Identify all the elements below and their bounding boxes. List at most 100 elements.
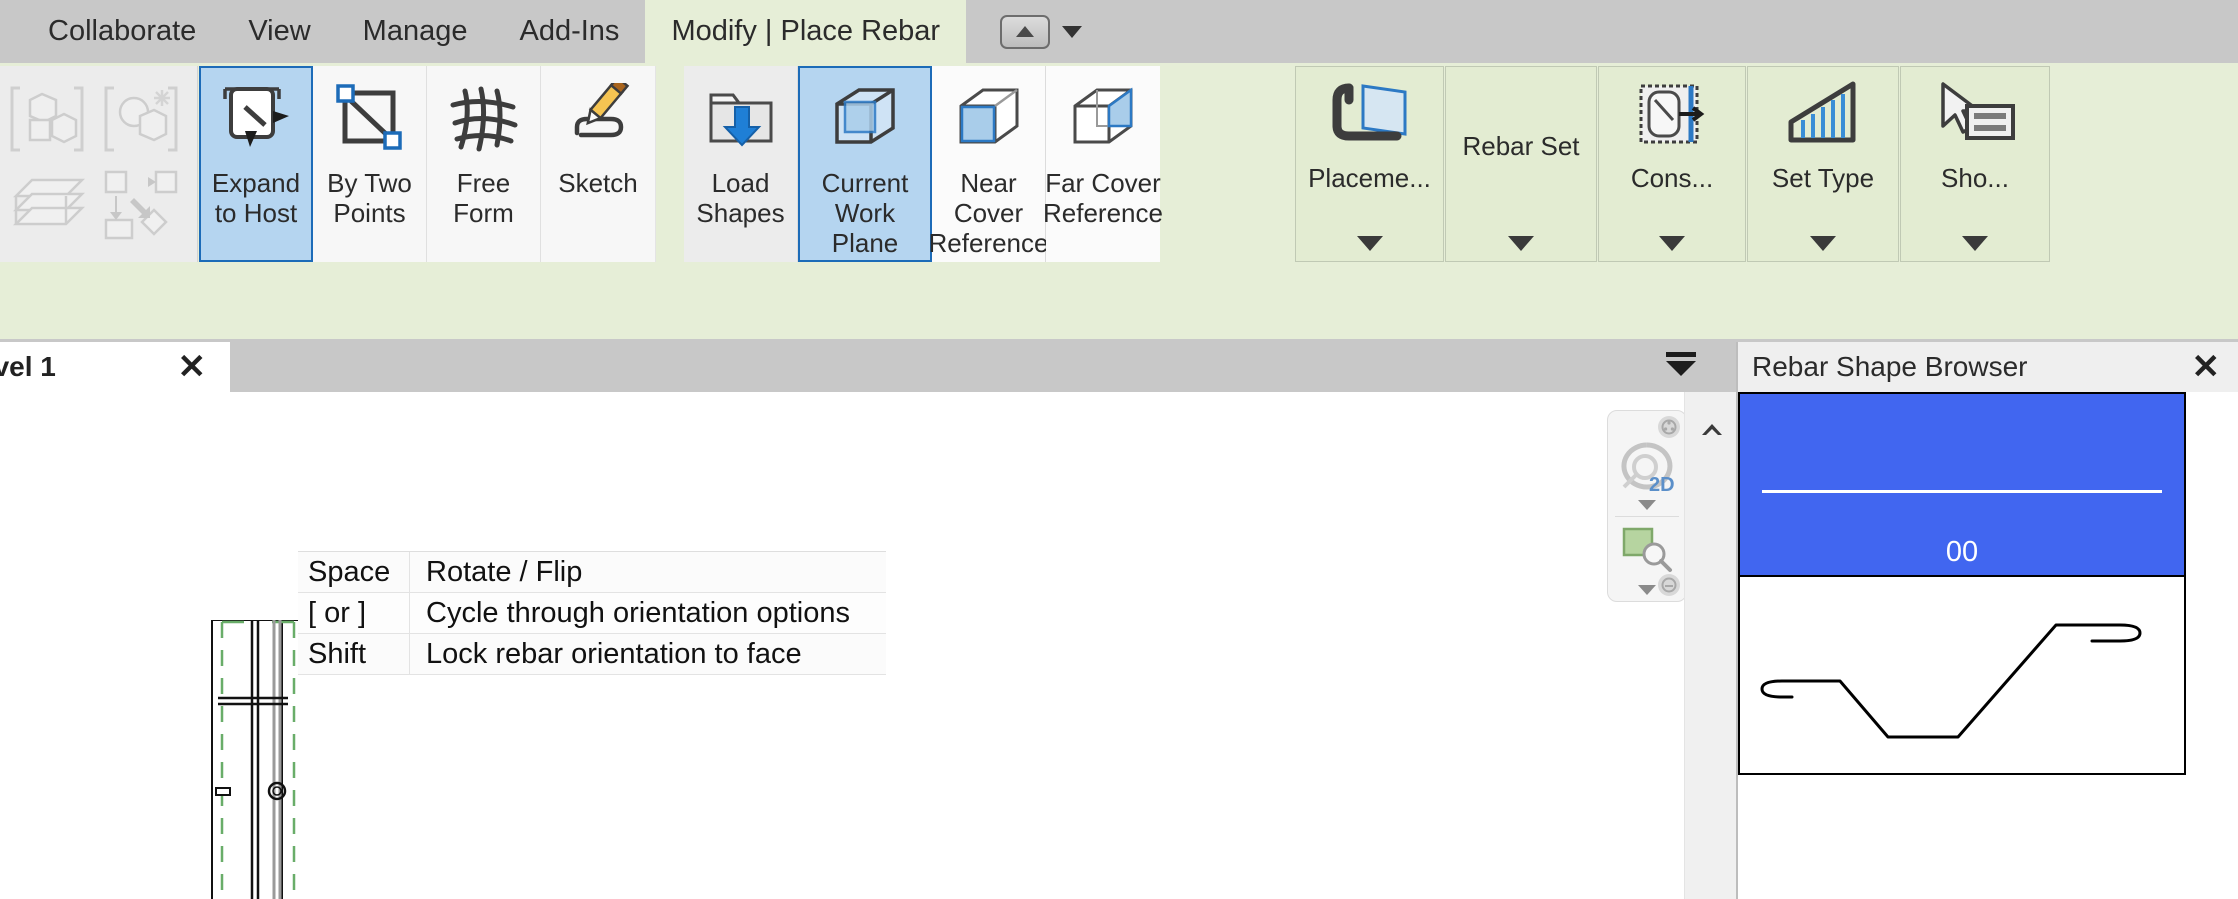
tab-label: Manage bbox=[362, 15, 468, 47]
tab-label: Add-Ins bbox=[519, 15, 620, 47]
view-tab-level-1[interactable]: evel 1 ✕ bbox=[0, 342, 230, 392]
placement-plane-icon bbox=[1323, 75, 1415, 159]
navbar-zoom-dropdown-icon[interactable] bbox=[1638, 585, 1656, 595]
hint-key: Shift bbox=[298, 634, 410, 674]
panel-constraints[interactable]: Cons... bbox=[1598, 66, 1746, 262]
button-free-form[interactable]: Free Form bbox=[427, 66, 541, 262]
collapse-ribbon-icon[interactable] bbox=[1000, 14, 1051, 49]
cranked-rebar-glyph bbox=[1760, 623, 2142, 739]
panel-label: Placeme... bbox=[1308, 163, 1431, 193]
free-form-mesh-icon bbox=[441, 76, 527, 162]
button-expand-to-host[interactable]: Expand to Host bbox=[199, 66, 313, 262]
shape-label: 00 bbox=[1945, 536, 1979, 568]
chevron-down-icon bbox=[1659, 235, 1685, 251]
drawing-canvas[interactable]: Space Rotate / Flip [ or ] Cycle through… bbox=[0, 392, 1698, 899]
zoom-region-icon[interactable] bbox=[1618, 525, 1676, 575]
button-by-two-points[interactable]: By Two Points bbox=[313, 66, 427, 262]
placement-plane-dropdown[interactable] bbox=[1296, 225, 1443, 261]
panel-rebar-set[interactable]: Rebar Set bbox=[1445, 66, 1597, 262]
hint-action: Rotate / Flip bbox=[426, 555, 583, 588]
hint-key: Space bbox=[298, 552, 410, 592]
constraints-icon bbox=[1626, 75, 1718, 159]
by-two-points-icon bbox=[327, 76, 413, 162]
bracket-shapes-sparkle-icon[interactable] bbox=[102, 80, 180, 158]
straight-rebar-glyph bbox=[1762, 490, 2162, 493]
sketch-pencil-icon bbox=[555, 76, 641, 162]
button-load-shapes[interactable]: Load Shapes bbox=[684, 66, 798, 262]
ribbon-group-geometry bbox=[0, 66, 198, 262]
bracket-boxes-icon[interactable] bbox=[8, 80, 86, 158]
button-label: Expand to Host bbox=[211, 168, 301, 228]
constraints-dropdown[interactable] bbox=[1599, 225, 1745, 261]
set-type-dropdown[interactable] bbox=[1748, 225, 1898, 261]
panel-placement-plane[interactable]: Placeme... bbox=[1295, 66, 1444, 262]
tab-modify-place-rebar[interactable]: Modify | Place Rebar bbox=[645, 0, 967, 63]
load-shapes-icon bbox=[698, 76, 784, 162]
near-cover-cube-icon bbox=[946, 76, 1032, 162]
hint-key: [ or ] bbox=[298, 593, 410, 633]
expand-to-host-icon bbox=[213, 76, 299, 162]
stacked-panels-icon[interactable] bbox=[8, 166, 92, 246]
canvas-vertical-scrollbar[interactable] bbox=[1684, 392, 1737, 899]
far-cover-cube-icon bbox=[1060, 76, 1146, 162]
ribbon-collapse-control[interactable] bbox=[1000, 0, 1083, 63]
button-sketch[interactable]: Sketch bbox=[541, 66, 655, 262]
hint-row: Shift Lock rebar orientation to face bbox=[298, 634, 886, 675]
close-icon[interactable]: ✕ bbox=[2192, 350, 2221, 384]
rebar-set-dropdown[interactable] bbox=[1446, 225, 1596, 261]
shape-item-selected[interactable]: 00 bbox=[1738, 392, 2186, 577]
rebar-shape-browser-body: 00 bbox=[1738, 392, 2238, 775]
button-label: Current Work Plane bbox=[821, 168, 909, 258]
navbar-close-icon[interactable] bbox=[1658, 416, 1680, 438]
show-cursor-tag-icon bbox=[1929, 75, 2021, 159]
tab-label: Modify | Place Rebar bbox=[671, 15, 941, 47]
chevron-down-icon bbox=[1810, 235, 1836, 251]
steering-wheel-2d-icon[interactable]: 2D bbox=[1616, 441, 1678, 497]
ribbon-tab-strip: Collaborate View Manage Add-Ins Modify |… bbox=[0, 0, 2238, 63]
tab-manage[interactable]: Manage bbox=[337, 0, 494, 63]
button-label: Near Cover Reference bbox=[928, 168, 1049, 258]
navbar-minimize-icon[interactable] bbox=[1658, 574, 1680, 596]
keyboard-shortcut-hints: Space Rotate / Flip [ or ] Cycle through… bbox=[298, 551, 886, 675]
view-tab-overflow-icon[interactable] bbox=[1664, 352, 1698, 382]
scroll-up-button[interactable] bbox=[1692, 410, 1732, 450]
navigation-bar-widget[interactable]: 2D bbox=[1607, 410, 1687, 602]
svg-text:2D: 2D bbox=[1649, 474, 1675, 496]
panel-label: Sho... bbox=[1941, 163, 2009, 193]
close-icon[interactable]: ✕ bbox=[178, 350, 207, 384]
tab-collaborate[interactable]: Collaborate bbox=[22, 0, 222, 63]
button-label: By Two Points bbox=[327, 168, 412, 228]
tab-label: View bbox=[248, 15, 311, 47]
hint-row: [ or ] Cycle through orientation options bbox=[298, 593, 886, 634]
panel-title: Rebar Shape Browser bbox=[1752, 351, 2028, 382]
panel-set-type[interactable]: Set Type bbox=[1747, 66, 1899, 262]
chevron-down-icon bbox=[1508, 235, 1534, 251]
button-label: Load Shapes bbox=[696, 168, 785, 228]
show-dropdown[interactable] bbox=[1901, 225, 2049, 261]
chevron-up-icon bbox=[1702, 424, 1722, 435]
ribbon-group-shape: Expand to Host By Two Points Free Form S… bbox=[199, 66, 656, 262]
ribbon-group-work-plane: Load Shapes Current Work Plane Near Cove… bbox=[684, 66, 1163, 262]
button-label: Free Form bbox=[453, 168, 514, 228]
button-label: Far Cover Reference bbox=[1043, 168, 1163, 228]
button-far-cover-reference[interactable]: Far Cover Reference bbox=[1043, 66, 1163, 262]
panel-label: Rebar Set bbox=[1462, 131, 1580, 161]
navbar-wheel-dropdown-icon[interactable] bbox=[1638, 500, 1656, 510]
hint-row: Space Rotate / Flip bbox=[298, 552, 886, 593]
tab-view[interactable]: View bbox=[222, 0, 336, 63]
chevron-down-icon bbox=[1356, 235, 1383, 251]
chevron-down-icon[interactable] bbox=[1062, 25, 1083, 38]
tab-label: Collaborate bbox=[48, 15, 197, 47]
button-near-cover-reference[interactable]: Near Cover Reference bbox=[928, 66, 1049, 262]
shape-item[interactable] bbox=[1738, 577, 2186, 775]
panel-show-obscured[interactable]: Sho... bbox=[1900, 66, 2050, 262]
tab-add-ins[interactable]: Add-Ins bbox=[493, 0, 645, 63]
ribbon: Expand to Host By Two Points Free Form S… bbox=[0, 63, 2238, 342]
rebar-shape-browser-header: Rebar Shape Browser ✕ bbox=[1738, 342, 2238, 392]
chevron-down-icon bbox=[1962, 235, 1988, 251]
transform-arrows-icon[interactable] bbox=[100, 166, 184, 246]
panel-label: Cons... bbox=[1630, 163, 1714, 193]
set-type-icon bbox=[1777, 75, 1869, 159]
button-current-work-plane[interactable]: Current Work Plane bbox=[798, 66, 932, 262]
view-tab-label: evel 1 bbox=[0, 351, 56, 382]
